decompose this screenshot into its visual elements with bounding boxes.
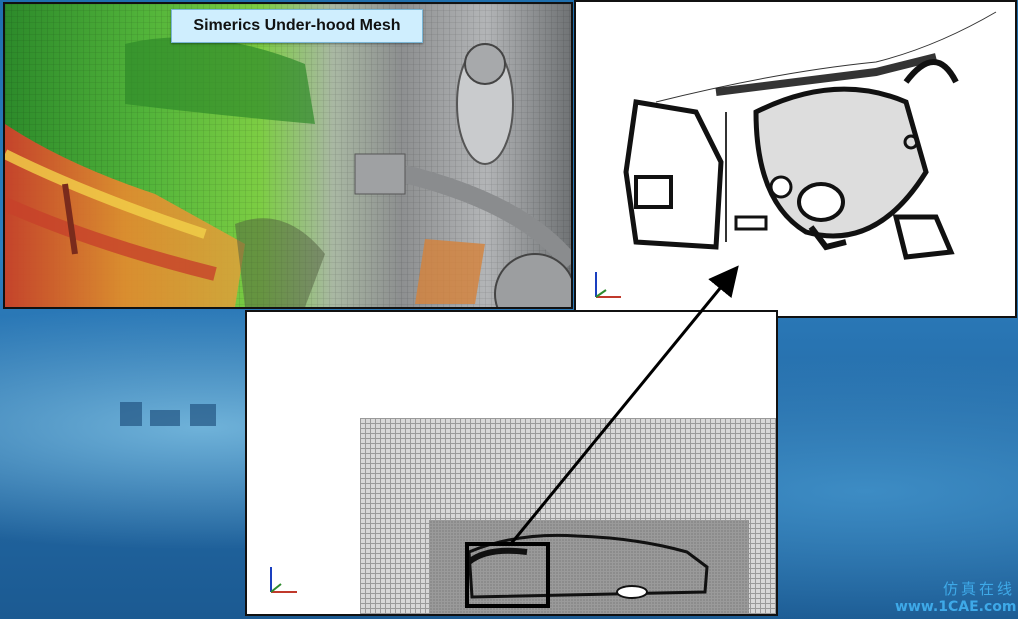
- building: [120, 402, 142, 426]
- engine-mesh-drawing: [595, 11, 997, 298]
- engine-mesh-panel: [574, 0, 1017, 318]
- watermark-line1: 仿真在线: [942, 580, 1015, 598]
- domain-mesh-panel: [245, 310, 778, 616]
- watermark: 仿真在线 www.1CAE.com: [895, 578, 1017, 618]
- axis-triad: [595, 272, 621, 298]
- vehicle-profile-drawing: [270, 533, 709, 608]
- title-label: Simerics Under-hood Mesh: [171, 9, 423, 43]
- building: [150, 410, 180, 426]
- underhood-render-image: [5, 4, 571, 307]
- underhood-render-panel: Simerics Under-hood Mesh: [3, 2, 573, 309]
- building: [190, 404, 216, 426]
- axis-triad: [270, 567, 297, 593]
- watermark-line2: www.1CAE.com: [895, 599, 1017, 615]
